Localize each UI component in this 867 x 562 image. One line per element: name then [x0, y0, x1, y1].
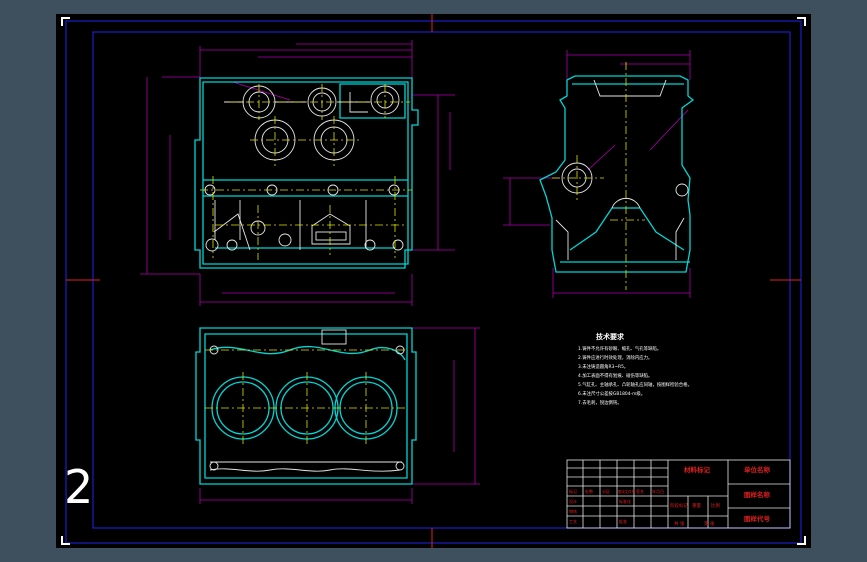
drawing-name-label: 图样名称	[744, 490, 771, 499]
scale-label: 比例	[711, 502, 720, 509]
cad-viewport[interactable]: 技术要求 1.铸件不允许有砂眼、缩孔、气孔等缺陷。 2.铸件应进行时效处理，消除…	[0, 0, 867, 562]
sheet-count-label: 共 张	[674, 520, 685, 527]
tech-line: 6.未注尺寸公差按GB1804-m级。	[578, 390, 645, 397]
corner-number: 2	[64, 460, 94, 514]
tech-line: 1.铸件不允许有砂眼、缩孔、气孔等缺陷。	[578, 345, 661, 352]
tech-line: 5.气缸孔、主轴承孔、凸轮轴孔应同轴，按图样检验合格。	[578, 381, 692, 388]
revision-header-cell: 更改文件号	[618, 489, 636, 494]
tech-line: 7.去毛刺，锐边倒钝。	[578, 399, 622, 406]
drawing-code-label: 图样代号	[744, 514, 771, 523]
tech-requirements-title: 技术要求	[596, 332, 625, 341]
role-label: 工艺	[569, 519, 577, 524]
role-label: 批准	[619, 518, 627, 524]
revision-header-cell: 分区	[602, 488, 610, 494]
sheet-no-label: 第 张	[704, 520, 715, 527]
revision-header-cell: 签名	[636, 488, 644, 494]
material-label: 材料标记	[683, 465, 711, 474]
weight-label: 重量	[692, 502, 701, 509]
revision-header-cell: 处数	[585, 488, 593, 494]
tech-line: 4.加工表面不得有划痕、碰伤等缺陷。	[578, 372, 652, 379]
revision-header-cell: 标记	[569, 488, 577, 494]
role-label: 设计	[569, 498, 577, 504]
tech-line: 2.铸件应进行时效处理，消除内应力。	[578, 354, 652, 361]
tech-line: 3.未注铸造圆角R3~R5。	[578, 363, 628, 370]
stage-mark-label: 阶段标记	[670, 502, 688, 509]
unit-name-label: 单位名称	[744, 465, 771, 474]
revision-header-cell: 年月日	[652, 488, 664, 494]
drawing-canvas[interactable]: 技术要求 1.铸件不允许有砂眼、缩孔、气孔等缺陷。 2.铸件应进行时效处理，消除…	[0, 0, 867, 562]
role-label: 审核	[569, 508, 577, 514]
standardize-label: 标准化	[619, 498, 631, 504]
